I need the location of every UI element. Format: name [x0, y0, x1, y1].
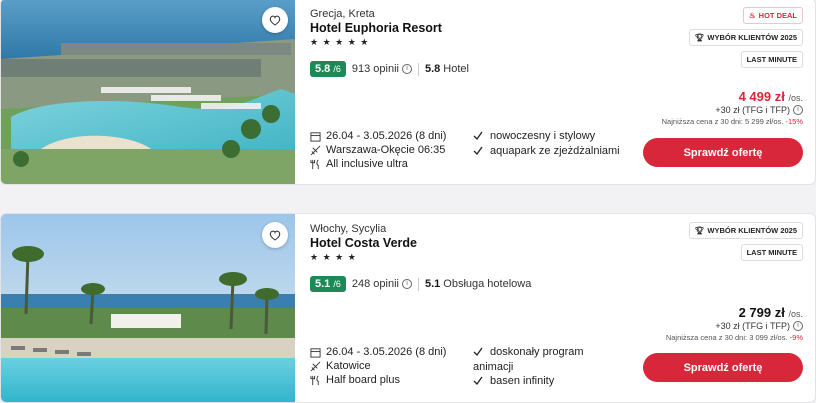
category-score: 5.1: [424, 278, 441, 290]
hotel-features: doskonały program animacji basen infinit…: [473, 345, 584, 389]
feature-item: doskonały program: [473, 345, 584, 360]
price-extra: +30 zł (TFG i TFP) i: [623, 105, 803, 115]
feature-item: basen infinity: [473, 374, 584, 389]
price-extra: +30 zł (TFG i TFP) i: [623, 321, 803, 331]
hotel-location: Włochy, Sycylia: [310, 223, 387, 235]
trip-departure: Katowice: [310, 359, 446, 373]
offer-badges: ♨ HOT DEAL 🏆︎ WYBÓR KLIENTÓW 2025 LAST MIN…: [688, 7, 803, 68]
trip-departure: Warszawa-Okęcie 06:35: [310, 143, 446, 157]
favorite-heart-icon[interactable]: [262, 222, 288, 248]
category-label: Obsługa hotelowa: [443, 278, 532, 290]
last-minute-badge: LAST MINUTE: [740, 244, 803, 261]
trip-facts: 26.04 - 3.05.2026 (8 dni) Warszawa-Okęci…: [310, 129, 446, 171]
hotel-stars: ★ ★ ★ ★: [310, 252, 357, 262]
trip-board: All inclusive ultra: [310, 157, 446, 171]
hotel-features: nowoczesny i stylowy aquapark ze zjeżdża…: [473, 129, 620, 159]
rating-row: 5.1 /6 248 opinii i 5.1 Obsługa hotelowa: [310, 276, 531, 292]
hotel-stars: ★ ★ ★ ★ ★: [310, 37, 370, 47]
price-block: 4 499 zł /os. +30 zł (TFG i TFP) i Najniż…: [623, 89, 803, 126]
offer-badges: 🏆︎ WYBÓR KLIENTÓW 2025 LAST MINUTE: [688, 222, 803, 261]
hotel-photo[interactable]: [1, 214, 295, 402]
check-icon: [473, 129, 484, 144]
price: 4 499 zł /os.: [738, 89, 803, 104]
trip-board: Half board plus: [310, 373, 446, 387]
feature-item: nowoczesny i stylowy: [473, 129, 620, 144]
rating-row: 5.8 /6 913 opinii i 5.8 Hotel: [310, 61, 469, 77]
hotel-name[interactable]: Hotel Euphoria Resort: [310, 21, 442, 35]
rating-badge: 5.1 /6: [310, 276, 346, 292]
check-icon: [473, 374, 484, 389]
review-count[interactable]: 913 opinii: [352, 63, 399, 75]
customer-choice-badge: 🏆︎ WYBÓR KLIENTÓW 2025: [688, 29, 803, 46]
feature-item-continued: animacji: [473, 361, 514, 373]
check-offer-button[interactable]: Sprawdź ofertę: [643, 138, 803, 167]
price: 2 799 zł /os.: [738, 305, 803, 320]
calendar-icon: [310, 131, 321, 142]
check-offer-button[interactable]: Sprawdź ofertę: [643, 353, 803, 382]
info-icon[interactable]: i: [793, 321, 803, 331]
lowest-price: Najniższa cena z 30 dni: 3 099 zł/os. -9…: [665, 333, 803, 342]
lowest-price: Najniższa cena z 30 dni: 5 299 zł/os. -1…: [661, 117, 803, 126]
review-count[interactable]: 248 opinii: [352, 278, 399, 290]
last-minute-badge: LAST MINUTE: [740, 51, 803, 68]
flame-icon: ♨: [748, 11, 756, 20]
hotel-location: Grecja, Kreta: [310, 8, 375, 20]
trophy-icon: 🏆︎: [694, 33, 705, 42]
check-icon: [473, 345, 484, 360]
hotel-name[interactable]: Hotel Costa Verde: [310, 236, 417, 250]
calendar-icon: [310, 347, 321, 358]
trip-facts: 26.04 - 3.05.2026 (8 dni) Katowice Half …: [310, 345, 446, 387]
info-icon[interactable]: i: [401, 279, 412, 289]
feature-item: aquapark ze zjeżdżalniami: [473, 144, 620, 159]
category-score: 5.8: [424, 63, 441, 75]
divider: [417, 277, 419, 291]
info-icon[interactable]: i: [401, 64, 412, 74]
offer-card[interactable]: Włochy, Sycylia Hotel Costa Verde ★ ★ ★ …: [0, 213, 816, 403]
trip-dates: 26.04 - 3.05.2026 (8 dni): [310, 345, 446, 359]
cutlery-icon: [310, 159, 321, 170]
price-block: 2 799 zł /os. +30 zł (TFG i TFP) i Najniż…: [623, 305, 803, 342]
divider: [417, 62, 419, 76]
favorite-heart-icon[interactable]: [262, 7, 288, 33]
plane-icon: [310, 145, 321, 156]
trophy-icon: 🏆︎: [694, 226, 705, 235]
info-icon[interactable]: i: [793, 105, 803, 115]
hot-deal-badge: ♨ HOT DEAL: [742, 7, 803, 24]
plane-icon: [310, 361, 321, 372]
rating-badge: 5.8 /6: [310, 61, 346, 77]
cutlery-icon: [310, 375, 321, 386]
check-icon: [473, 144, 484, 159]
customer-choice-badge: 🏆︎ WYBÓR KLIENTÓW 2025: [688, 222, 803, 239]
offer-card[interactable]: Grecja, Kreta Hotel Euphoria Resort ★ ★ …: [0, 0, 816, 185]
category-label: Hotel: [443, 63, 469, 75]
hotel-photo[interactable]: [1, 0, 295, 184]
trip-dates: 26.04 - 3.05.2026 (8 dni): [310, 129, 446, 143]
